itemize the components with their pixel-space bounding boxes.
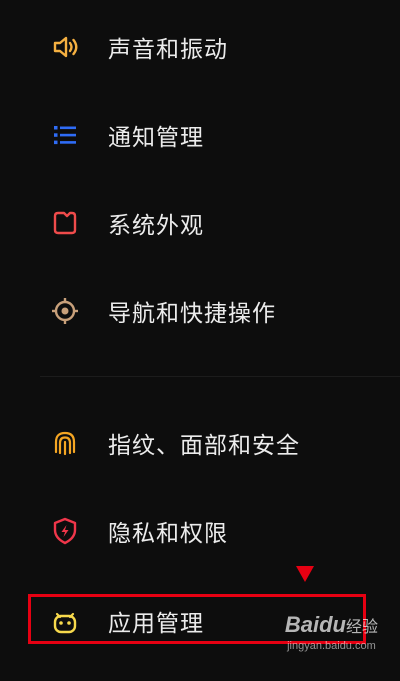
section-divider bbox=[40, 376, 400, 377]
menu-item-fingerprint-face-security[interactable]: 指纹、面部和安全 bbox=[0, 412, 400, 472]
fingerprint-icon bbox=[50, 428, 80, 458]
watermark-url: jingyan.baidu.com bbox=[287, 640, 376, 652]
menu-item-label: 系统外观 bbox=[108, 213, 204, 239]
menu-item-label: 隐私和权限 bbox=[108, 521, 228, 547]
appearance-icon bbox=[50, 208, 80, 238]
watermark-logo-text: Baidu bbox=[284, 612, 346, 637]
speaker-icon bbox=[50, 32, 80, 62]
watermark-suffix: 经验 bbox=[345, 619, 378, 636]
target-icon bbox=[50, 296, 80, 326]
menu-item-sound-vibration[interactable]: 声音和振动 bbox=[0, 16, 400, 76]
menu-item-notifications[interactable]: 通知管理 bbox=[0, 104, 400, 164]
shield-icon bbox=[50, 516, 80, 546]
menu-item-label: 导航和快捷操作 bbox=[108, 301, 276, 327]
menu-item-privacy-permissions[interactable]: 隐私和权限 bbox=[0, 500, 400, 560]
menu-item-label: 指纹、面部和安全 bbox=[108, 433, 300, 459]
menu-item-system-appearance[interactable]: 系统外观 bbox=[0, 192, 400, 252]
menu-item-label: 通知管理 bbox=[108, 125, 204, 151]
watermark-logo: Baidu经验 bbox=[285, 612, 378, 638]
menu-item-label: 声音和振动 bbox=[108, 37, 228, 63]
annotation-arrow bbox=[296, 566, 314, 582]
menu-item-navigation-shortcuts[interactable]: 导航和快捷操作 bbox=[0, 280, 400, 340]
list-icon bbox=[50, 120, 80, 150]
baidu-jingyan-watermark: Baidu经验 jingyan.baidu.com bbox=[285, 612, 378, 652]
